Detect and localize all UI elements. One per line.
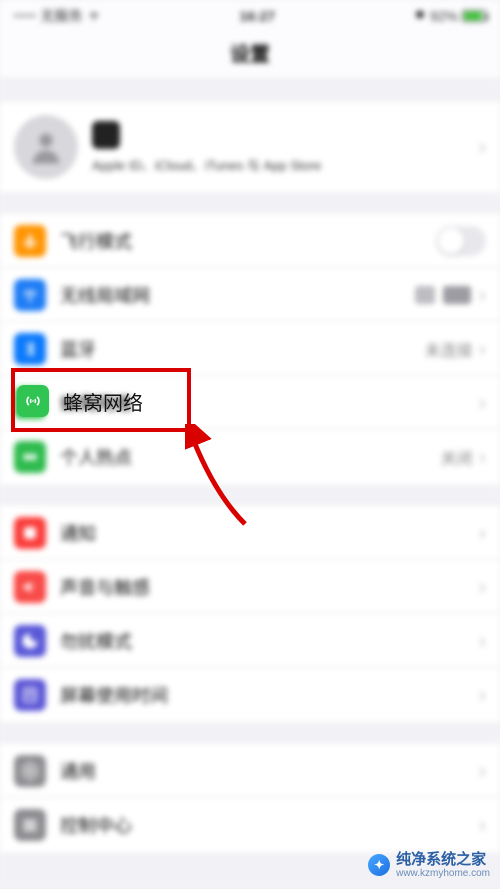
wifi-signal-box	[443, 286, 471, 304]
hotspot-row[interactable]: 个人热点 关闭 ›	[0, 430, 500, 484]
page-title: 设置	[0, 28, 500, 80]
profile-subtitle: Apple ID、iCloud、iTunes 与 App Store	[92, 155, 465, 174]
connectivity-group: 飞行模式 无线局域网 › 蓝牙 未连接 › 蜂窝网络 ›	[0, 214, 500, 484]
wifi-label: 无线局域网	[60, 282, 415, 308]
wifi-value-box	[415, 286, 435, 304]
chevron-icon: ›	[479, 682, 486, 708]
bluetooth-icon	[14, 333, 46, 365]
notifications-icon	[14, 517, 46, 549]
hotspot-value: 关闭	[441, 445, 473, 469]
bluetooth-label: 蓝牙	[60, 336, 425, 362]
general-label: 通用	[60, 758, 479, 784]
airplane-row[interactable]: 飞行模式	[0, 214, 500, 268]
notifications-label: 通知	[60, 520, 479, 546]
apple-id-row[interactable]: Apple ID、iCloud、iTunes 与 App Store ›	[0, 102, 500, 192]
screentime-label: 屏幕使用时间	[60, 682, 479, 708]
chevron-icon: ›	[479, 520, 486, 546]
control-center-label: 控制中心	[60, 812, 479, 838]
chevron-icon: ›	[479, 758, 486, 784]
notifications-row[interactable]: 通知 ›	[0, 506, 500, 560]
dnd-icon	[14, 625, 46, 657]
screentime-icon	[14, 679, 46, 711]
hotspot-icon	[14, 441, 46, 473]
avatar	[14, 115, 78, 179]
cellular-icon	[17, 385, 49, 417]
wifi-row[interactable]: 无线局域网 ›	[0, 268, 500, 322]
chevron-icon: ›	[479, 812, 486, 838]
chevron-icon: ›	[479, 282, 486, 308]
signal-dots: •••••	[14, 11, 37, 22]
chevron-icon: ›	[479, 390, 486, 416]
hotspot-label: 个人热点	[60, 444, 441, 470]
sounds-icon	[14, 571, 46, 603]
status-left: ••••• 无服务	[14, 6, 101, 26]
cellular-row[interactable]: 蜂窝网络	[11, 372, 191, 430]
chevron-icon: ›	[479, 628, 486, 654]
status-bar: ••••• 无服务 16:27 92%	[0, 0, 500, 28]
airplane-icon	[14, 225, 46, 257]
wifi-icon	[87, 8, 101, 25]
airplane-toggle[interactable]	[436, 226, 486, 256]
general-icon	[14, 755, 46, 787]
wifi-row-icon	[14, 279, 46, 311]
dnd-row[interactable]: 勿扰模式 ›	[0, 614, 500, 668]
battery-icon	[462, 10, 486, 22]
profile-app-icon	[92, 121, 120, 149]
watermark-logo: ✦	[368, 854, 390, 876]
sounds-label: 声音与触感	[60, 574, 479, 600]
alarm-icon	[414, 8, 426, 24]
control-center-icon	[14, 809, 46, 841]
screentime-row[interactable]: 屏幕使用时间 ›	[0, 668, 500, 722]
watermark-url: www.kzmyhome.com	[396, 868, 490, 879]
chevron-icon: ›	[479, 134, 486, 160]
battery-pct: 92%	[430, 8, 458, 24]
bluetooth-row[interactable]: 蓝牙 未连接 ›	[0, 322, 500, 376]
general-group: 通用 › 控制中心 ›	[0, 744, 500, 852]
carrier-text: 无服务	[41, 6, 83, 26]
profile-group: Apple ID、iCloud、iTunes 与 App Store ›	[0, 102, 500, 192]
bluetooth-value: 未连接	[425, 337, 473, 361]
watermark: ✦ 纯净系统之家 www.kzmyhome.com	[368, 852, 490, 880]
airplane-label: 飞行模式	[60, 228, 436, 254]
sounds-row[interactable]: 声音与触感 ›	[0, 560, 500, 614]
chevron-icon: ›	[479, 444, 486, 470]
chevron-icon: ›	[479, 336, 486, 362]
dnd-label: 勿扰模式	[60, 628, 479, 654]
general-row[interactable]: 通用 ›	[0, 744, 500, 798]
chevron-icon: ›	[479, 574, 486, 600]
control-center-row[interactable]: 控制中心 ›	[0, 798, 500, 852]
status-right: 92%	[414, 8, 486, 24]
watermark-text: 纯净系统之家	[396, 852, 490, 869]
notifications-group: 通知 › 声音与触感 › 勿扰模式 › 屏幕使用时间 ›	[0, 506, 500, 722]
status-time: 16:27	[239, 8, 275, 24]
cellular-label: 蜂窝网络	[63, 387, 191, 416]
